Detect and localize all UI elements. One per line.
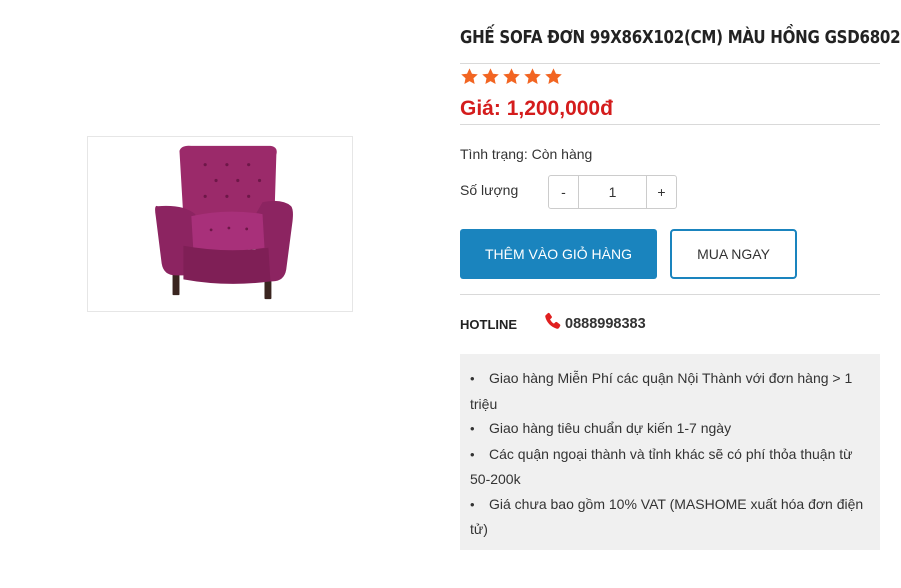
list-item: • Giá chưa bao gồm 10% VAT (MASHOME xuất … — [470, 492, 870, 542]
buy-now-button[interactable]: MUA NGAY — [670, 229, 797, 279]
star-icon — [481, 67, 500, 86]
bullet-icon: • — [470, 496, 475, 512]
bullet-icon: • — [470, 446, 475, 462]
price-label: Giá: — [460, 97, 501, 120]
product-title: GHẾ SOFA ĐƠN 99X86X102(CM) MÀU HỒNG GSD6… — [460, 28, 901, 48]
bullet-icon: • — [470, 371, 475, 386]
status-label: Tình trạng: — [460, 146, 528, 162]
hotline-number: 0888998383 — [565, 316, 646, 332]
star-icon — [460, 67, 479, 86]
policy-text: Giao hàng Miễn Phí các quận Nội Thành vớ… — [470, 370, 853, 412]
star-icon — [544, 67, 563, 86]
price-value: 1,200,000đ — [506, 97, 613, 120]
quantity-label: Số lượng — [460, 182, 519, 198]
divider — [460, 294, 880, 295]
product-page: GHẾ SOFA ĐƠN 99X86X102(CM) MÀU HỒNG GSD6… — [0, 0, 901, 588]
star-icon — [523, 67, 542, 86]
quantity-increase-button[interactable]: + — [647, 176, 676, 208]
divider — [460, 124, 880, 125]
phone-icon — [545, 312, 561, 329]
policy-box: • Giao hàng Miễn Phí các quận Nội Thành v… — [460, 354, 880, 550]
list-item: • Giao hàng Miễn Phí các quận Nội Thành v… — [470, 366, 870, 416]
product-image[interactable] — [87, 136, 353, 312]
quantity-input[interactable]: 1 — [578, 176, 647, 208]
hotline-link[interactable]: 0888998383 — [542, 311, 646, 333]
policy-text: Các quận ngoại thành và tỉnh khác sẽ có … — [470, 445, 853, 488]
rating-stars[interactable] — [460, 67, 563, 86]
hotline-label: HOTLINE — [460, 317, 518, 332]
list-item: • Các quận ngoại thành và tỉnh khác sẽ có… — [470, 442, 870, 492]
status-value: Còn hàng — [531, 146, 593, 162]
policy-text: Giao hàng tiêu chuẩn dự kiến 1-7 ngày — [489, 420, 732, 436]
bullet-icon: • — [470, 421, 475, 436]
quantity-decrease-button[interactable]: - — [549, 176, 578, 208]
quantity-stepper: - 1 + — [548, 175, 677, 209]
add-to-cart-button[interactable]: THÊM VÀO GIỎ HÀNG — [460, 229, 657, 279]
policy-text: Giá chưa bao gồm 10% VAT (MASHOME xuất h… — [470, 495, 864, 538]
stock-status: Tình trạng: Còn hàng — [460, 146, 592, 162]
policy-list: • Giao hàng Miễn Phí các quận Nội Thành v… — [470, 366, 870, 542]
star-icon — [502, 67, 521, 86]
list-item: • Giao hàng tiêu chuẩn dự kiến 1-7 ngày — [470, 416, 870, 442]
price: Giá: 1,200,000đ — [460, 97, 613, 121]
armchair-image — [155, 145, 293, 300]
divider — [460, 63, 880, 64]
